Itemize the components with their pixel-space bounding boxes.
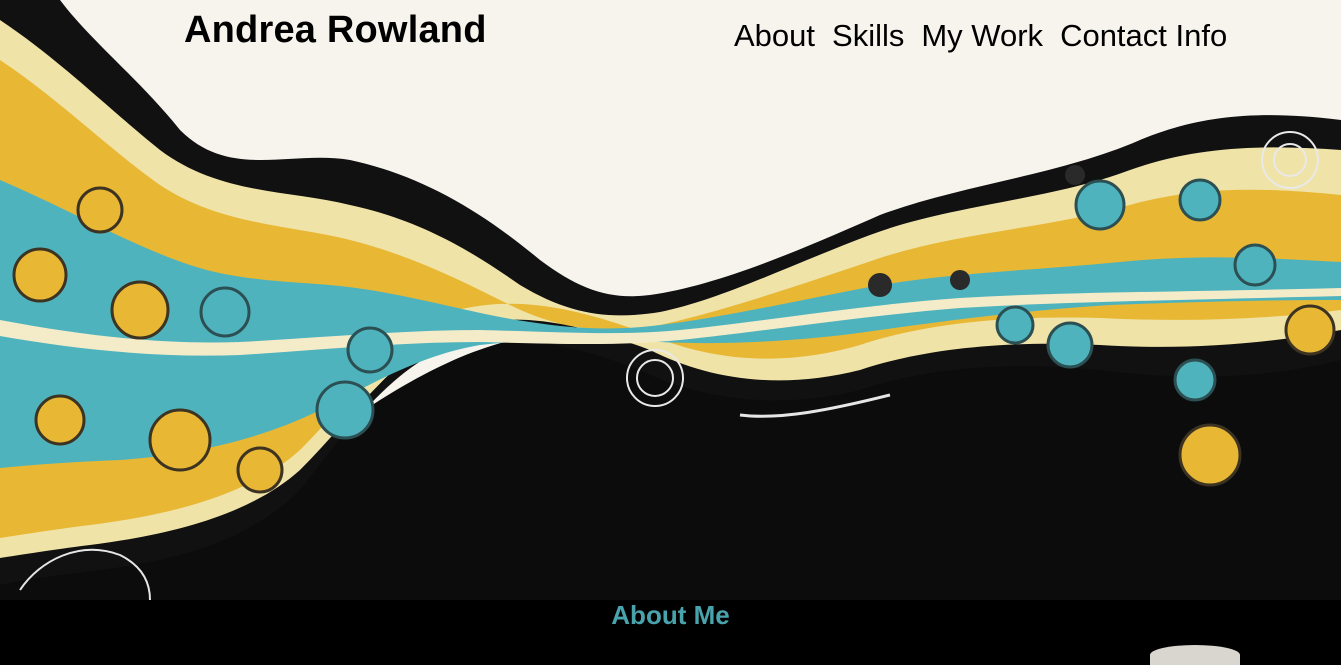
partial-image — [1150, 645, 1240, 665]
site-title: Andrea Rowland — [184, 9, 487, 51]
section-heading-about: About Me — [611, 600, 730, 630]
main-nav: About Skills My Work Contact Info — [734, 18, 1227, 54]
nav-link-my-work[interactable]: My Work — [921, 18, 1043, 54]
fluid-art-background — [0, 0, 1341, 600]
nav-link-about[interactable]: About — [734, 18, 815, 54]
nav-link-skills[interactable]: Skills — [832, 18, 904, 54]
hero-banner: Andrea Rowland About Skills My Work Cont… — [0, 0, 1341, 600]
about-section: About Me — [0, 600, 1341, 665]
nav-link-contact-info[interactable]: Contact Info — [1060, 18, 1227, 54]
